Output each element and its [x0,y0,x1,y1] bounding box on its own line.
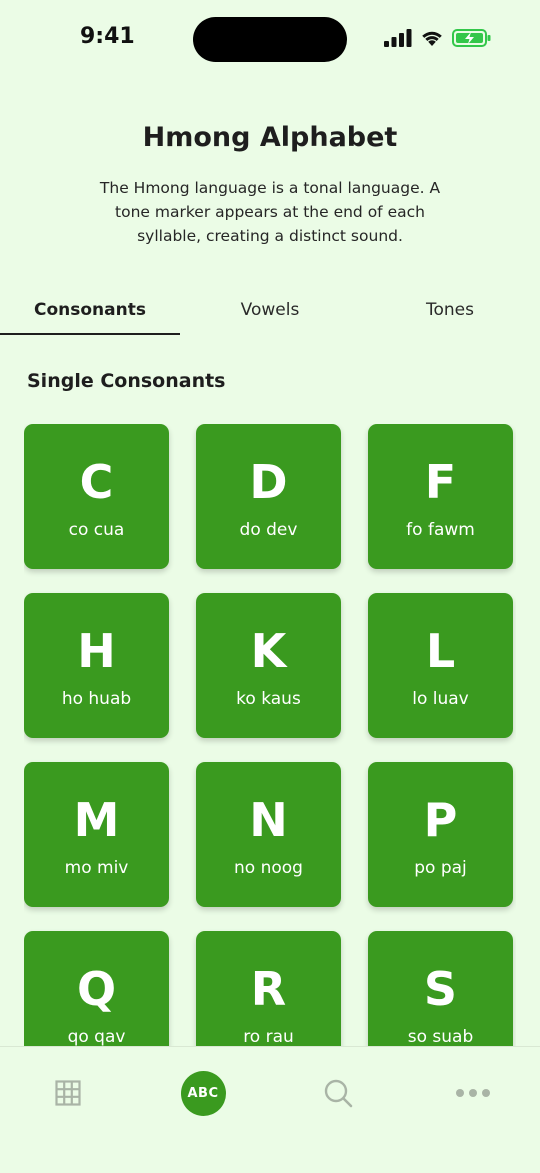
card-word: co cua [68,520,125,540]
card-word: mo miv [64,858,129,878]
card-word: qo qav [67,1027,126,1046]
nav-abc-button[interactable]: ABC [158,1067,248,1119]
letter-card-r[interactable]: R ro rau [196,931,341,1046]
letter-card-q[interactable]: Q qo qav [24,931,169,1046]
card-letter: M [73,793,120,847]
nav-more-button[interactable] [428,1067,518,1119]
card-letter: K [250,624,287,678]
card-word: so suab [407,1027,474,1046]
card-letter: F [424,455,457,509]
page-description: The Hmong language is a tonal language. … [99,179,441,245]
status-icons [384,28,492,48]
letter-card-s[interactable]: S so suab [368,931,513,1046]
section-title: Single Consonants [27,370,226,392]
page-title: Hmong Alphabet [142,122,398,153]
status-time: 9:41 [80,24,135,49]
card-letter: N [249,793,288,847]
letter-card-h[interactable]: H ho huab [24,593,169,738]
signal-icon [384,29,412,47]
letter-grid: C co cua D do dev F fo fawm H ho huab K … [24,424,516,1046]
tab-vowels[interactable]: Vowels [180,288,360,335]
letter-card-c[interactable]: C co cua [24,424,169,569]
letter-card-p[interactable]: P po paj [368,762,513,907]
card-letter: C [79,455,114,509]
card-word: do dev [239,520,298,540]
card-word: ho huab [61,689,132,709]
tab-tones[interactable]: Tones [360,288,540,335]
more-icon [456,1089,490,1097]
card-letter: D [249,455,288,509]
letter-card-d[interactable]: D do dev [196,424,341,569]
bottom-nav: ABC [0,1046,540,1173]
card-word: no noog [234,858,303,878]
battery-charging-icon [452,29,491,47]
card-word: lo luav [412,689,469,709]
card-word: po paj [414,858,467,878]
status-bar: 9:41 [0,0,540,80]
letter-card-n[interactable]: N no noog [196,762,341,907]
card-letter: L [425,624,456,678]
letter-card-l[interactable]: L lo luav [368,593,513,738]
card-letter: Q [76,962,117,1016]
wifi-icon [422,31,442,46]
letter-card-m[interactable]: M mo miv [24,762,169,907]
card-word: fo fawm [406,520,475,540]
grid-icon [55,1080,81,1106]
card-word: ro rau [243,1027,294,1046]
card-letter: P [423,793,458,847]
card-word: ko kaus [236,689,301,709]
abc-icon: ABC [180,1070,226,1116]
nav-search-button[interactable] [293,1067,383,1119]
letter-card-f[interactable]: F fo fawm [368,424,513,569]
card-letter: H [77,624,116,678]
dynamic-island [193,17,347,62]
tab-consonants[interactable]: Consonants [0,288,180,335]
nav-grid-button[interactable] [23,1067,113,1119]
app-screen: 9:41 Hmong Alphabet The Hmong language i… [0,0,540,1173]
letter-card-k[interactable]: K ko kaus [196,593,341,738]
card-letter: S [423,962,458,1016]
letter-grid-scroll[interactable]: C co cua D do dev F fo fawm H ho huab K … [24,424,516,1046]
tab-bar: Consonants Vowels Tones [0,288,540,335]
search-icon [324,1079,353,1108]
card-letter: R [250,962,287,1016]
